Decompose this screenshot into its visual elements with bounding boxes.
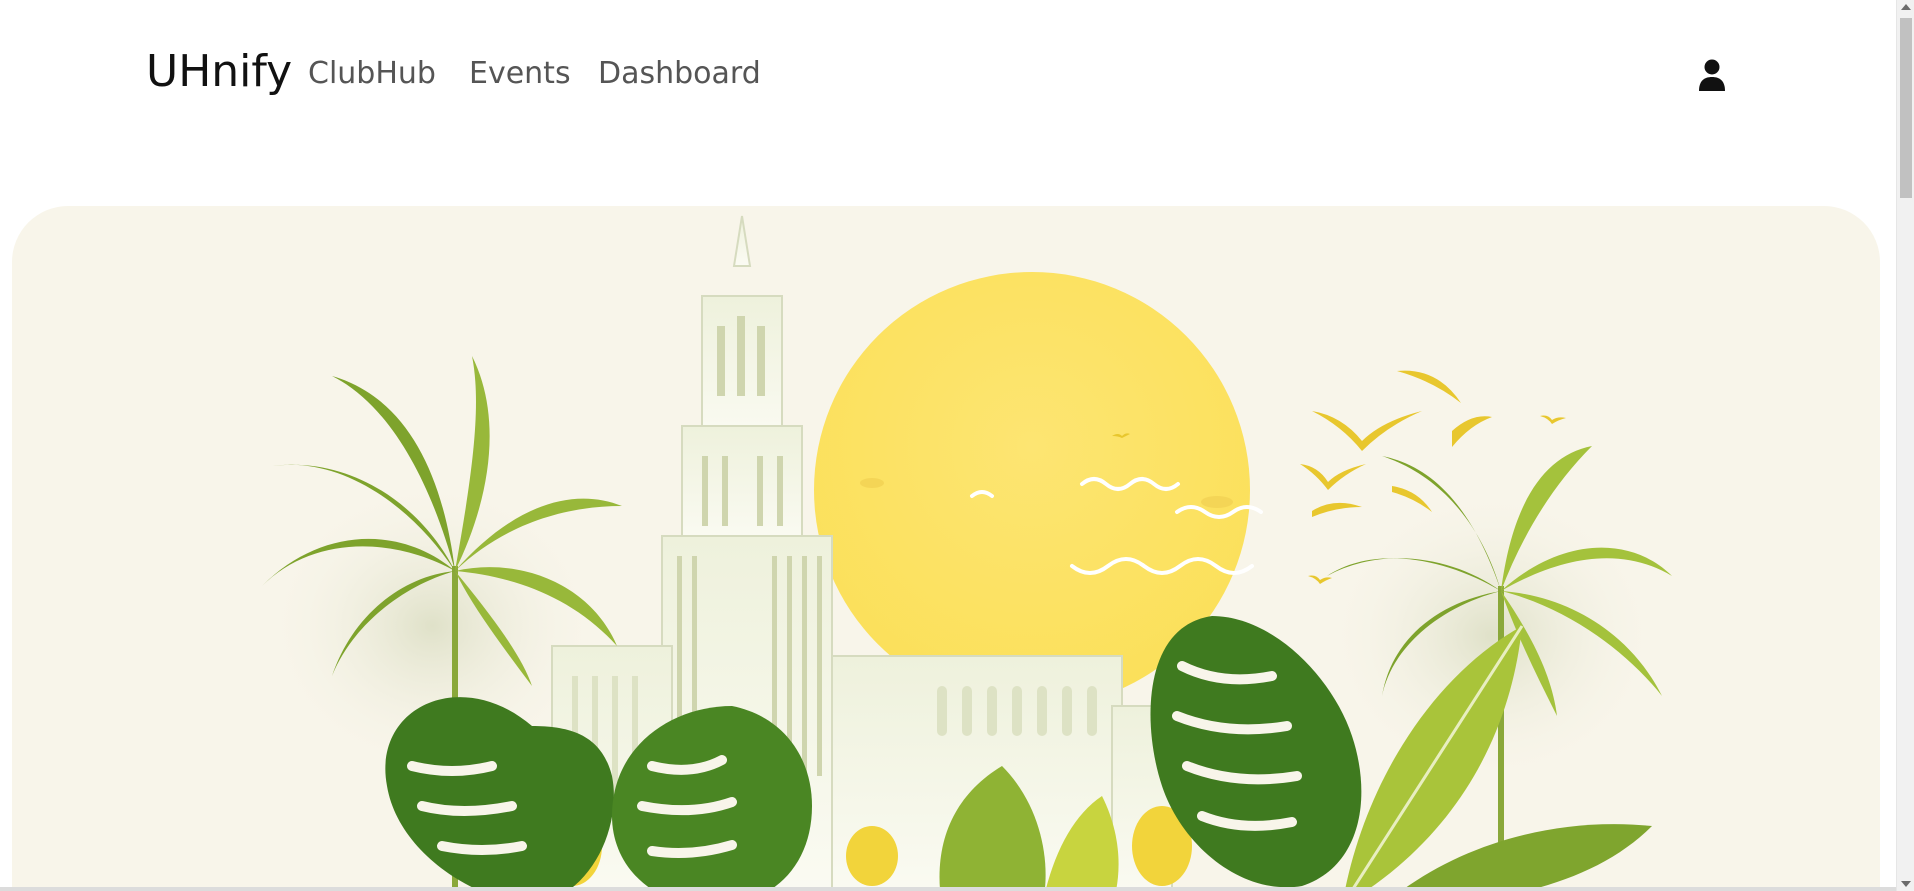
brand-logo[interactable]: UHnify [146, 44, 292, 100]
nav-link-events[interactable]: Events [469, 54, 571, 94]
campus-illustration [262, 215, 1672, 891]
user-account-button[interactable] [1696, 58, 1728, 92]
user-icon [1699, 59, 1725, 91]
scroll-down-arrow-icon[interactable] [1901, 881, 1911, 887]
horizontal-divider [0, 887, 1896, 891]
top-navbar: UHnify ClubHub Events Dashboard [0, 0, 1896, 150]
nav-link-clubhub[interactable]: ClubHub [308, 54, 436, 94]
hero-banner [12, 206, 1880, 891]
nav-link-dashboard[interactable]: Dashboard [598, 54, 761, 94]
scrollbar-thumb[interactable] [1900, 18, 1912, 198]
vertical-scrollbar[interactable] [1896, 0, 1914, 891]
scroll-up-arrow-icon[interactable] [1901, 4, 1911, 10]
